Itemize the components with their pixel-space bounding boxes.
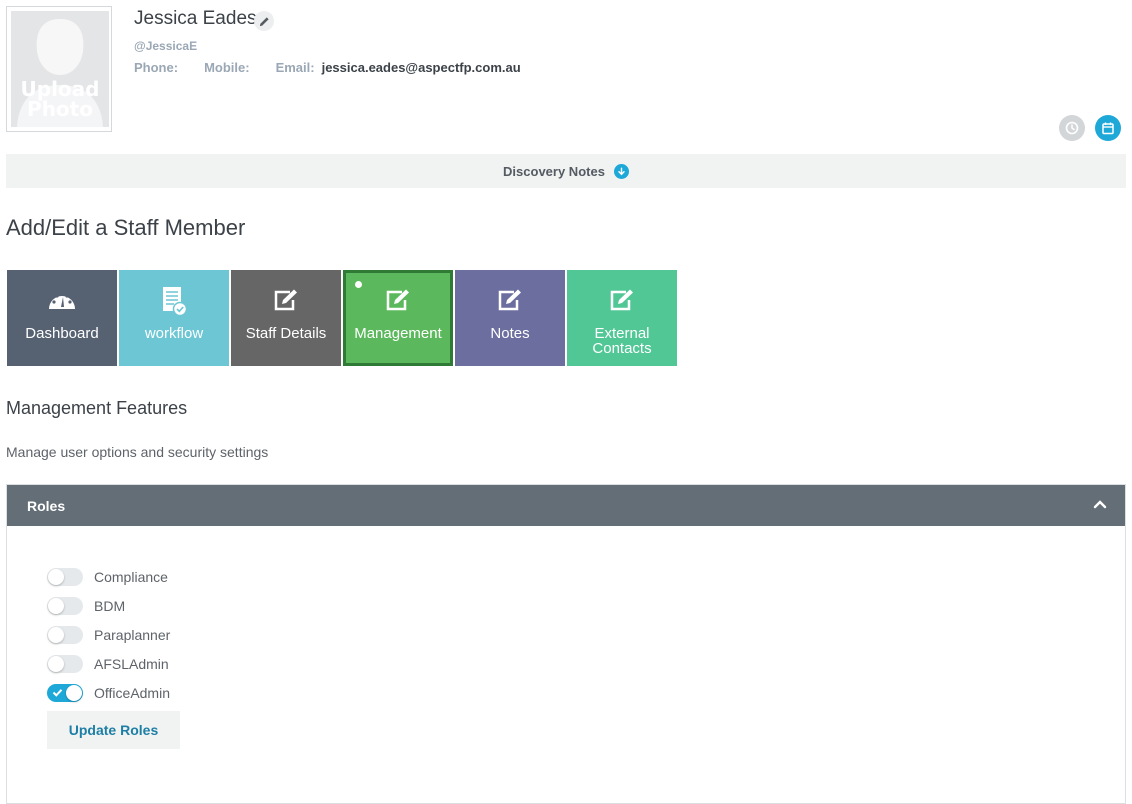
arrow-down-circle-icon (613, 163, 629, 179)
contact-info: Phone: Mobile: Email: jessica.eades@aspe… (134, 60, 521, 75)
profile-photo-upload[interactable]: Upload Photo (6, 6, 112, 132)
discovery-notes-toggle[interactable]: Discovery Notes (6, 154, 1126, 188)
page-title: Add/Edit a Staff Member (6, 215, 246, 240)
toggle-switch[interactable] (47, 626, 83, 644)
document-check-icon (163, 287, 188, 317)
clock-icon (1065, 121, 1079, 135)
tile-label: Management (354, 325, 442, 342)
role-toggle-afsladmin[interactable]: AFSLAdmin (47, 655, 169, 673)
management-features-subtitle: Manage user options and security setting… (6, 444, 269, 460)
roles-panel: Roles Compliance BDM Paraplanner AFSLAdm… (6, 484, 1126, 804)
toggle-switch[interactable] (47, 568, 83, 586)
role-toggle-bdm[interactable]: BDM (47, 597, 125, 615)
role-label: AFSLAdmin (94, 656, 169, 672)
role-toggle-officeadmin[interactable]: OfficeAdmin (47, 684, 170, 702)
email-value: jessica.eades@aspectfp.com.au (321, 60, 521, 75)
role-label: Paraplanner (94, 627, 171, 643)
role-label: OfficeAdmin (94, 685, 170, 701)
role-toggle-paraplanner[interactable]: Paraplanner (47, 626, 170, 644)
role-toggle-compliance[interactable]: Compliance (47, 568, 168, 586)
tile-label: Staff Details (245, 325, 327, 342)
active-indicator-dot (355, 281, 362, 288)
upload-photo-label: Upload Photo (20, 77, 100, 121)
edit-icon (498, 289, 521, 311)
edit-name-button[interactable] (254, 11, 274, 31)
management-features-title: Management Features (6, 398, 188, 418)
toggle-switch[interactable] (47, 684, 83, 702)
tile-label: Dashboard (25, 325, 99, 342)
edit-icon (274, 289, 297, 311)
discovery-notes-label: Discovery Notes (503, 163, 605, 179)
tile-workflow[interactable]: workflow (119, 270, 229, 366)
roles-panel-header[interactable]: Roles (7, 485, 1125, 526)
edit-icon (386, 289, 409, 311)
email-label: Email: (275, 60, 315, 75)
tile-label: Notes (490, 325, 530, 342)
tile-management[interactable]: Management (343, 270, 453, 366)
edit-icon (610, 289, 633, 311)
mobile-label: Mobile: (204, 60, 250, 75)
role-label: BDM (94, 598, 126, 614)
toggle-switch[interactable] (47, 597, 83, 615)
update-roles-button[interactable]: Update Roles (47, 711, 180, 749)
check-icon (52, 689, 63, 697)
tile-label: External Contacts (592, 325, 652, 357)
pencil-icon (259, 16, 269, 26)
role-label: Compliance (94, 569, 168, 585)
history-button[interactable] (1059, 115, 1085, 141)
calendar-button[interactable] (1095, 115, 1121, 141)
roles-panel-title: Roles (27, 497, 66, 514)
toggle-switch[interactable] (47, 655, 83, 673)
tile-staff-details[interactable]: Staff Details (231, 270, 341, 366)
chevron-up-icon (1093, 500, 1107, 509)
tile-dashboard[interactable]: Dashboard (7, 270, 117, 366)
tile-label: workflow (144, 325, 204, 342)
tile-external-contacts[interactable]: External Contacts (567, 270, 677, 366)
profile-name: Jessica Eades (134, 8, 257, 29)
profile-handle: @JessicaE (134, 39, 198, 53)
avatar: Upload Photo (11, 11, 109, 127)
calendar-icon (1102, 122, 1114, 135)
navigation-tiles: Dashboard workflow Staff Details Managem… (7, 270, 677, 366)
phone-label: Phone: (134, 60, 179, 75)
dashboard-gauge-icon (49, 292, 75, 309)
tile-notes[interactable]: Notes (455, 270, 565, 366)
